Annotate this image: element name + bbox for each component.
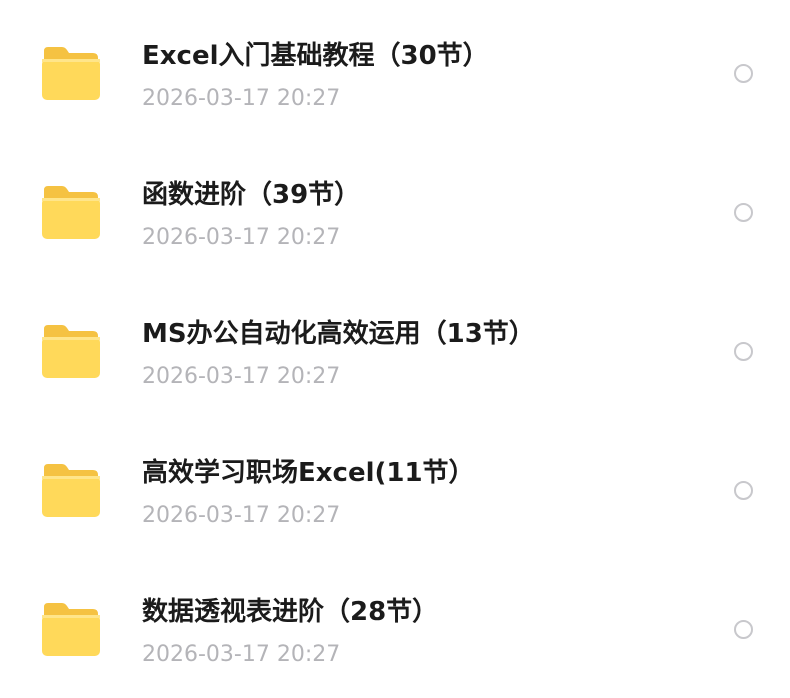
select-radio[interactable] [734,481,753,500]
file-list: Excel入门基础教程（30节） 2026-03-17 20:27 函数进阶（3… [0,0,790,698]
file-date: 2026-03-17 20:27 [142,86,341,111]
file-name: Excel入门基础教程（30节） [142,41,489,71]
folder-icon [40,462,101,517]
file-name: 高效学习职场Excel(11节） [142,458,475,488]
file-date: 2026-03-17 20:27 [142,503,341,528]
select-radio[interactable] [734,64,753,83]
folder-icon [40,45,101,100]
list-item[interactable]: 函数进阶（39节） 2026-03-17 20:27 [0,139,790,278]
file-date: 2026-03-17 20:27 [142,364,341,389]
folder-icon [40,323,101,378]
file-date: 2026-03-17 20:27 [142,225,341,250]
file-name: 函数进阶（39节） [142,180,361,210]
list-item[interactable]: 数据透视表进阶（28节） 2026-03-17 20:27 [0,556,790,695]
file-name: 数据透视表进阶（28节） [142,597,439,627]
file-date: 2026-03-17 20:27 [142,642,341,667]
select-radio[interactable] [734,342,753,361]
select-radio[interactable] [734,203,753,222]
file-name: MS办公自动化高效运用（13节） [142,319,535,349]
list-item[interactable]: MS办公自动化高效运用（13节） 2026-03-17 20:27 [0,278,790,417]
list-item[interactable]: Excel入门基础教程（30节） 2026-03-17 20:27 [0,0,790,139]
select-radio[interactable] [734,620,753,639]
folder-icon [40,184,101,239]
list-item[interactable]: 高效学习职场Excel(11节） 2026-03-17 20:27 [0,417,790,556]
folder-icon [40,601,101,656]
